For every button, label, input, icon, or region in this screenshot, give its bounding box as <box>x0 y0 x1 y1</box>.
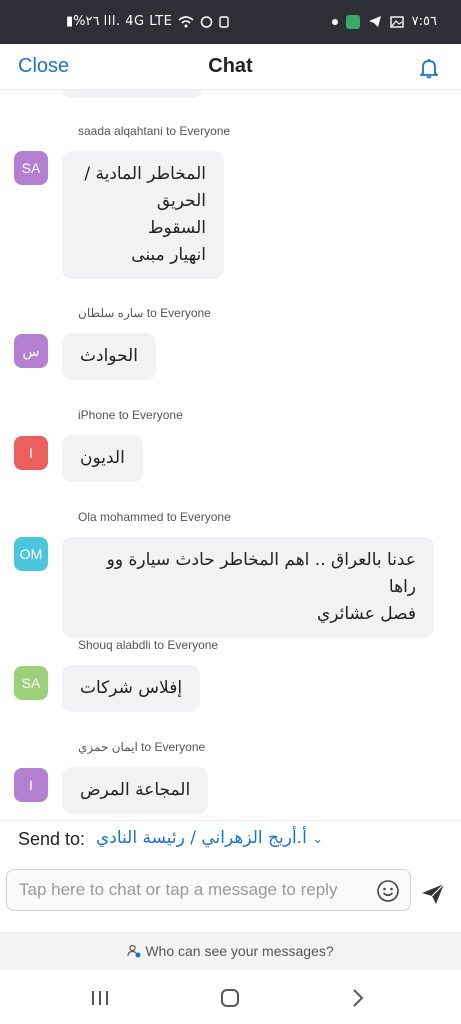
chat-header: Close Chat <box>0 44 461 90</box>
bell-icon[interactable] <box>417 56 441 80</box>
send-to-value: أ.أريج الزهراني / رئيسة النادي <box>96 828 307 848</box>
privacy-link-text: Who can see your messages? <box>145 943 334 959</box>
send-to-label: Send to: <box>18 829 86 849</box>
chat-input[interactable]: Tap here to chat or tap a message to rep… <box>6 869 411 911</box>
wifi-icon <box>178 15 194 27</box>
recents-icon[interactable] <box>88 986 112 1010</box>
send-to-row[interactable]: Send to: أ.أريج الزهراني / رئيسة النادي … <box>0 820 461 856</box>
message-sender: Shouq alabdli to Everyone <box>78 638 219 652</box>
status-indicators: ▮%٢٦ lll. 4G LTE <box>66 14 230 29</box>
message-bubble[interactable]: الديون <box>62 435 143 482</box>
status-bar: ▮%٢٦ lll. 4G LTE ٧:٥٦ <box>0 0 461 44</box>
message-bubble[interactable]: المجاعة المرض <box>62 767 209 814</box>
message-sender: saada alqahtani to Everyone <box>78 124 231 138</box>
avatar: س <box>14 334 48 368</box>
message-bubble[interactable]: إفلاس شركات <box>62 665 201 712</box>
gallery-icon <box>389 15 404 28</box>
battery-saver-icon <box>219 16 230 28</box>
page-title: Chat <box>208 55 253 77</box>
send-to-recipient[interactable]: أ.أريج الزهراني / رئيسة النادي ⌄ <box>96 828 323 848</box>
back-icon[interactable] <box>346 986 370 1010</box>
message-bubble[interactable]: المخاطر المادية / الحريق السقوط انهيار م… <box>62 151 224 279</box>
status-right: ٧:٥٦ <box>331 14 437 29</box>
message-sender: ساره سلطان to Everyone <box>78 306 211 320</box>
telegram-icon <box>368 16 381 27</box>
notification-dot-icon <box>331 18 338 25</box>
emoji-icon[interactable] <box>376 879 400 903</box>
app-notification-icon <box>345 14 360 29</box>
message-sender: iPhone to Everyone <box>78 408 183 422</box>
home-icon[interactable] <box>218 986 242 1010</box>
chat-input-placeholder: Tap here to chat or tap a message to rep… <box>19 880 338 899</box>
previous-message-bubble[interactable] <box>62 90 202 98</box>
message-sender: Ola mohammed to Everyone <box>78 510 231 524</box>
status-time: ٧:٥٦ <box>411 14 437 29</box>
avatar: I <box>14 436 48 470</box>
message-bubble[interactable]: الحوادث <box>62 333 156 380</box>
message-composer: Tap here to chat or tap a message to rep… <box>0 860 461 930</box>
avatar: SA <box>14 151 48 185</box>
status-left-text: ▮%٢٦ lll. 4G LTE <box>66 14 173 29</box>
send-icon[interactable] <box>421 883 445 905</box>
chat-messages[interactable]: saada alqahtani to Everyone SA المخاطر ا… <box>0 90 461 820</box>
alarm-icon <box>201 16 213 28</box>
message-bubble[interactable]: عدنا بالعراق .. اهم المخاطر حادث سيارة و… <box>62 537 434 638</box>
avatar: I <box>14 768 48 802</box>
system-nav-bar <box>0 970 461 1024</box>
message-sender: ايمان حمزي to Everyone <box>78 740 206 754</box>
avatar: OM <box>14 537 48 571</box>
chevron-down-icon: ⌄ <box>312 832 324 847</box>
person-lock-icon <box>127 944 141 958</box>
avatar: SA <box>14 666 48 700</box>
privacy-link[interactable]: Who can see your messages? <box>0 943 461 959</box>
privacy-link-bar[interactable]: Who can see your messages? <box>0 932 461 970</box>
